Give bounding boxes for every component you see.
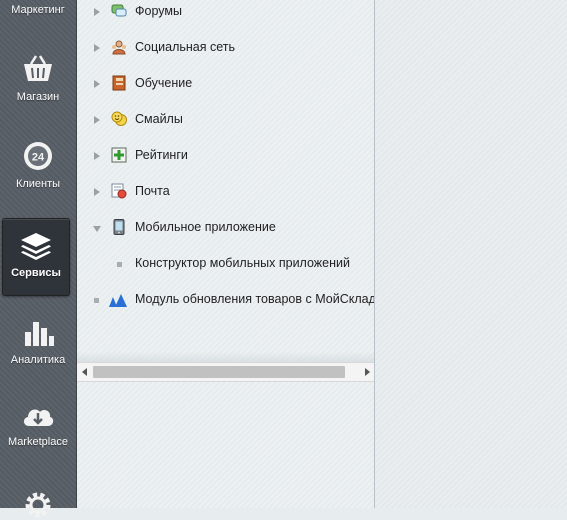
tree-item-label: Модуль обновления товаров с МойСклад	[135, 292, 374, 306]
bar-chart-icon	[25, 322, 54, 346]
tree-item-mail[interactable]: Почта	[77, 180, 374, 204]
sidebar-item-label: Сервисы	[11, 267, 61, 279]
tree-item-label: Почта	[135, 184, 170, 198]
ratings-icon	[111, 147, 127, 163]
gear-icon	[25, 492, 51, 518]
sidebar-item-analytics[interactable]: Аналитика	[0, 316, 76, 366]
left-sidebar: Маркетинг Магазин 24 Клиенты Сервисы Ана…	[0, 0, 77, 518]
expand-arrow-icon[interactable]	[94, 44, 100, 52]
tree-item-smileys[interactable]: Смайлы	[77, 108, 374, 132]
tree-item-label: Рейтинги	[135, 148, 188, 162]
expand-arrow-icon[interactable]	[94, 116, 100, 124]
tree-item-label: Смайлы	[135, 112, 183, 126]
smiley-icon	[111, 111, 127, 126]
clients-badge: 24	[32, 152, 45, 164]
tree-item-label: Социальная сеть	[135, 40, 235, 54]
tree-item-ratings[interactable]: Рейтинги	[77, 144, 374, 168]
collapse-arrow-icon[interactable]	[93, 226, 101, 232]
scroll-left-icon[interactable]	[82, 368, 87, 376]
services-tree-panel: Форумы Социальная сеть Обучение Смайлы Р…	[77, 0, 374, 508]
tree-item-label: Форумы	[135, 4, 182, 18]
sidebar-item-label: Marketplace	[8, 436, 68, 448]
tree-item-label: Конструктор мобильных приложений	[135, 256, 350, 270]
social-network-icon	[112, 40, 126, 55]
tree-bullet	[94, 298, 99, 303]
tree-item-forums[interactable]: Форумы	[77, 0, 374, 24]
sidebar-item-marketplace[interactable]: Marketplace	[0, 402, 76, 448]
layers-icon	[21, 233, 51, 260]
learning-icon	[112, 75, 126, 91]
horizontal-scrollbar[interactable]	[77, 362, 374, 382]
sidebar-item-services[interactable]: Сервисы	[2, 218, 70, 296]
tree-item-label: Обучение	[135, 76, 193, 90]
tree-item-label: Мобильное приложение	[135, 220, 276, 234]
tree-item-mobile-app[interactable]: Мобильное приложение	[77, 216, 374, 240]
scrollbar-thumb[interactable]	[93, 366, 345, 378]
expand-arrow-icon[interactable]	[94, 80, 100, 88]
sidebar-item-clients[interactable]: 24 Клиенты	[0, 140, 76, 190]
cloud-download-icon	[23, 409, 54, 426]
scroll-right-icon[interactable]	[365, 368, 370, 376]
sidebar-item-settings[interactable]	[0, 490, 76, 520]
sidebar-item-label: Аналитика	[10, 354, 66, 366]
expand-arrow-icon[interactable]	[94, 188, 100, 196]
clients-24-icon: 24	[24, 142, 52, 170]
forum-icon	[111, 4, 127, 17]
tree-item-mobile-app-builder[interactable]: Конструктор мобильных приложений	[77, 252, 374, 276]
sidebar-item-shop[interactable]: Магазин	[0, 54, 76, 103]
tree-item-social-network[interactable]: Социальная сеть	[77, 36, 374, 60]
sidebar-item-label: Магазин	[16, 91, 60, 103]
sidebar-item-label: Маркетинг	[11, 4, 65, 16]
basket-icon	[24, 55, 52, 81]
content-area	[375, 0, 567, 508]
panel-fade	[77, 352, 374, 362]
sidebar-item-marketing[interactable]: Маркетинг	[0, 4, 76, 16]
mail-icon	[111, 183, 127, 199]
moysklad-icon	[109, 294, 127, 307]
mobile-app-icon	[113, 219, 125, 235]
tree-item-learning[interactable]: Обучение	[77, 72, 374, 96]
expand-arrow-icon[interactable]	[94, 152, 100, 160]
tree-item-moysklad-module[interactable]: Модуль обновления товаров с МойСклад	[77, 288, 374, 312]
expand-arrow-icon[interactable]	[94, 8, 100, 16]
sidebar-item-label: Клиенты	[15, 178, 61, 190]
tree-bullet	[117, 262, 122, 267]
